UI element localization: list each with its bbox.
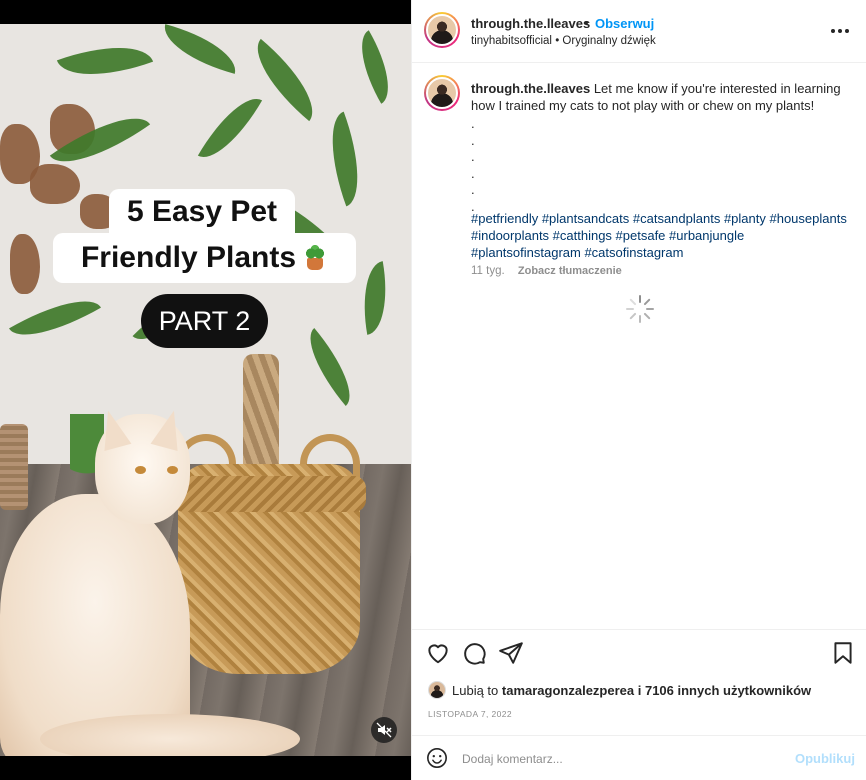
share-icon — [499, 642, 523, 664]
smiley-icon — [427, 748, 447, 768]
white-cat — [0, 404, 200, 756]
audio-separator: • — [555, 35, 560, 47]
author-avatar[interactable] — [424, 12, 460, 48]
more-options-button[interactable] — [831, 22, 851, 38]
caption-meta: 11 tyg. Zobacz tłumaczenie — [471, 265, 622, 277]
cat-tail — [40, 714, 300, 756]
author-username[interactable]: through.the.lleaves — [471, 16, 590, 31]
bookmark-icon — [834, 642, 852, 664]
likes-prefix: Lubią to — [452, 683, 499, 698]
post-date[interactable]: LISTOPADA 7, 2022 — [428, 709, 512, 719]
potted-plant-icon — [302, 244, 328, 270]
liker-avatar[interactable] — [428, 681, 446, 699]
video-title-line2: Friendly Plants — [53, 233, 356, 283]
loading-spinner-icon — [626, 295, 654, 323]
action-bar — [412, 629, 866, 674]
part-badge: PART 2 — [141, 294, 268, 348]
audio-artist[interactable]: tinyhabitsofficial — [471, 35, 552, 47]
comment-button[interactable] — [461, 640, 487, 666]
audio-label[interactable]: Oryginalny dźwięk — [562, 35, 655, 47]
post-comment-button[interactable]: Opublikuj — [795, 751, 855, 766]
post-age: 11 tyg. — [471, 265, 505, 277]
caption-text: through.the.lleaves Let me know if you'r… — [471, 80, 841, 114]
reel-video[interactable]: 5 Easy Pet Friendly Plants PART 2 — [0, 0, 411, 780]
comment-input[interactable] — [462, 749, 782, 769]
video-title-line1: 5 Easy Pet — [109, 189, 295, 235]
woven-basket — [172, 464, 366, 674]
follow-button[interactable]: Obserwuj — [595, 16, 654, 31]
hashtag-line[interactable]: #plantsofinstagram #catsofinstagram — [471, 244, 851, 261]
save-button[interactable] — [830, 640, 856, 666]
caption-dots: . . . . . . — [471, 116, 475, 214]
post-side-panel: through.the.lleaves • Obserwuj tinyhabit… — [411, 0, 866, 780]
likes-others[interactable]: i 7106 innych użytkowników — [638, 683, 811, 698]
heart-icon — [428, 644, 448, 664]
hashtag-line[interactable]: #indoorplants #catthings #petsafe #urban… — [471, 227, 851, 244]
caption-username[interactable]: through.the.lleaves — [471, 81, 590, 96]
mute-toggle-button[interactable] — [371, 717, 397, 743]
comment-icon — [464, 643, 486, 665]
caption-hashtags[interactable]: #petfriendly #plantsandcats #catsandplan… — [471, 210, 851, 261]
header-separator: • — [584, 15, 589, 30]
hashtag-line[interactable]: #petfriendly #plantsandcats #catsandplan… — [471, 210, 851, 227]
muted-speaker-icon — [376, 722, 392, 738]
caption-author-avatar[interactable] — [424, 75, 460, 111]
emoji-button[interactable] — [426, 747, 448, 769]
comment-bar: Opublikuj — [412, 735, 866, 780]
audio-attribution[interactable]: tinyhabitsofficial • Oryginalny dźwięk — [471, 35, 656, 47]
likes-summary[interactable]: Lubią to tamaragonzalezperea i 7106 inny… — [428, 681, 811, 699]
caption-section: through.the.lleaves Let me know if you'r… — [412, 63, 866, 629]
video-frame — [0, 24, 411, 756]
liker-username[interactable]: tamaragonzalezperea — [502, 683, 634, 698]
post-header: through.the.lleaves • Obserwuj tinyhabit… — [412, 0, 866, 63]
like-button[interactable] — [425, 640, 451, 666]
share-button[interactable] — [498, 640, 524, 666]
see-translation-button[interactable]: Zobacz tłumaczenie — [518, 265, 622, 277]
